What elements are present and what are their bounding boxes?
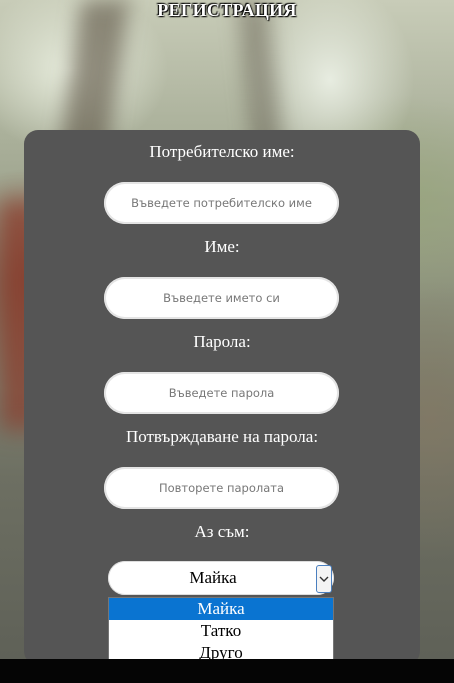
confirm-password-input[interactable]: Повторете паролата [104, 467, 339, 509]
password-label: Парола: [193, 332, 251, 351]
name-input[interactable]: Въведете името си [104, 277, 339, 319]
confirm-password-placeholder: Повторете паролата [158, 481, 285, 495]
username-placeholder: Въведете потребителско име [131, 196, 312, 210]
role-select[interactable]: Майка [108, 561, 334, 595]
bottom-bar [0, 659, 454, 683]
username-input[interactable]: Въведете потребителско име [104, 182, 339, 224]
chevron-down-icon[interactable] [316, 565, 332, 593]
role-label: Аз съм: [194, 522, 250, 541]
confirm-password-label: Потвърждаване на парола: [125, 427, 319, 446]
role-option-father[interactable]: Татко [109, 620, 333, 642]
username-label: Потребителско име: [149, 142, 295, 161]
role-selected-value: Майка [189, 568, 237, 587]
password-placeholder: Въведете парола [168, 386, 275, 400]
role-option-mother[interactable]: Майка [109, 598, 333, 620]
registration-form: Потребителско име: Въведете потребителск… [24, 130, 420, 665]
role-dropdown-list: Майка Татко Друго [108, 597, 334, 665]
page-title: РЕГИСТРАЦИЯ [157, 0, 297, 20]
name-label: Име: [204, 237, 240, 256]
name-placeholder: Въведете името си [163, 291, 280, 305]
password-input[interactable]: Въведете парола [104, 372, 339, 414]
